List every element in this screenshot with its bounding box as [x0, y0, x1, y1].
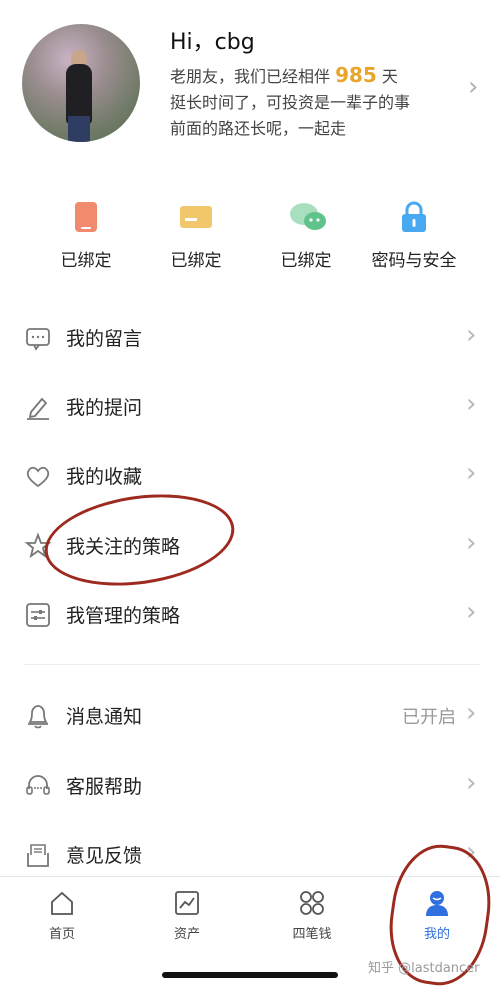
grid-icon: [298, 889, 326, 917]
bio-line-2: 挺长时间了，可投资是一辈子的事: [170, 93, 411, 112]
chevron-right-icon: ›: [466, 528, 477, 558]
lock-icon: [397, 200, 431, 234]
menu-label: 我的提问: [66, 397, 143, 419]
heart-icon: [26, 466, 50, 488]
phone-icon: [69, 200, 103, 234]
menu-managed-strategies[interactable]: 我管理的策略 ›: [0, 581, 500, 649]
quick-actions: 已绑定 已绑定 已绑定 密码与安全: [0, 190, 500, 280]
profile-header[interactable]: Hi，cbg 老朋友，我们已经相伴 985 天 挺长时间了，可投资是一辈子的事 …: [0, 0, 500, 170]
chevron-right-icon: ›: [466, 768, 477, 798]
bank-card-icon: [179, 200, 213, 234]
chevron-right-icon: ›: [466, 320, 477, 350]
home-icon: [48, 889, 76, 917]
menu-my-favorites[interactable]: 我的收藏 ›: [0, 442, 500, 510]
bio-prefix: 老朋友，我们已经相伴: [170, 67, 336, 86]
watermark: 知乎 @lastdancer: [368, 961, 480, 976]
menu-label: 我的收藏: [66, 466, 143, 488]
chart-icon: [173, 889, 201, 917]
menu-customer-service[interactable]: 客服帮助 ›: [0, 752, 500, 820]
quick-label: 密码与安全: [371, 251, 457, 271]
wechat-icon: [289, 200, 326, 234]
tab-four-funds[interactable]: 四笔钱: [262, 889, 362, 942]
quick-label: 已绑定: [60, 251, 112, 271]
menu-label: 消息通知: [66, 706, 143, 728]
chevron-right-icon: ›: [466, 597, 477, 627]
menu-label: 客服帮助: [66, 776, 143, 798]
menu-my-messages[interactable]: 我的留言 ›: [0, 304, 500, 372]
quick-label: 已绑定: [280, 251, 332, 271]
quick-phone-binding[interactable]: 已绑定: [31, 190, 141, 271]
bell-icon: [28, 705, 48, 729]
avatar-body: [66, 64, 92, 124]
greeting-text: Hi，cbg: [170, 30, 255, 55]
avatar-legs: [68, 116, 90, 142]
quick-wechat-binding[interactable]: 已绑定: [251, 190, 361, 271]
tab-label: 四笔钱: [292, 927, 332, 942]
tab-home[interactable]: 首页: [12, 889, 112, 942]
section-divider: [24, 664, 480, 665]
menu-my-questions[interactable]: 我的提问 ›: [0, 373, 500, 441]
avatar[interactable]: [22, 24, 140, 142]
feedback-icon: [27, 844, 49, 867]
quick-label: 已绑定: [170, 251, 222, 271]
quick-password-security[interactable]: 密码与安全: [359, 190, 469, 271]
bio-line-3: 前面的路还长呢，一起走: [170, 119, 347, 138]
bio-suffix: 天: [376, 67, 398, 86]
menu-notifications[interactable]: 消息通知 已开启 ›: [0, 682, 500, 750]
headset-icon: [26, 775, 50, 795]
profile-bio: 老朋友，我们已经相伴 985 天 挺长时间了，可投资是一辈子的事 前面的路还长呢…: [170, 62, 455, 142]
chevron-right-icon: ›: [466, 698, 477, 728]
tab-assets[interactable]: 资产: [137, 889, 237, 942]
tab-label: 资产: [173, 927, 200, 942]
chevron-right-icon: ›: [466, 389, 477, 419]
menu-label: 意见反馈: [66, 845, 143, 867]
quick-card-binding[interactable]: 已绑定: [141, 190, 251, 271]
edit-icon: [27, 397, 49, 420]
days-count: 985: [335, 63, 377, 87]
chevron-right-icon: ›: [468, 72, 479, 102]
sliders-icon: [26, 603, 50, 627]
tab-label: 首页: [48, 927, 75, 942]
notification-status: 已开启: [402, 707, 456, 728]
chevron-right-icon: ›: [466, 458, 477, 488]
home-indicator: [162, 972, 338, 978]
menu-label: 我管理的策略: [66, 605, 181, 627]
message-icon: [26, 328, 50, 351]
menu-label: 我的留言: [66, 328, 143, 350]
